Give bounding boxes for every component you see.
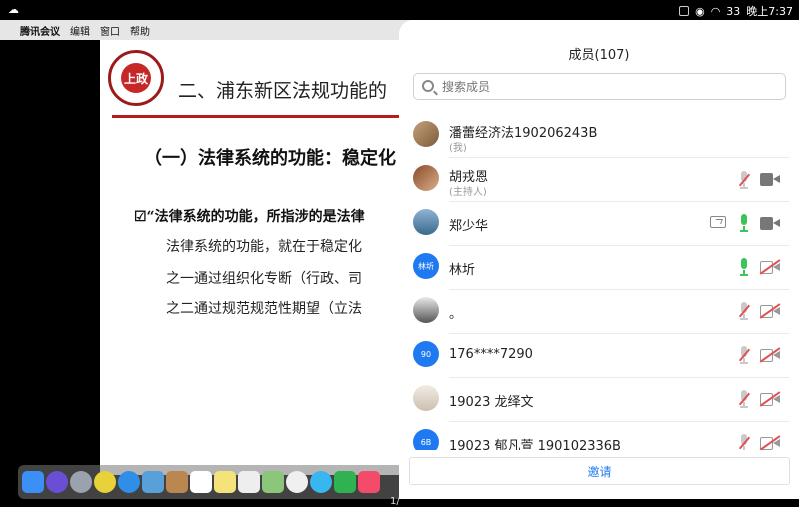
chrome-icon [94,471,116,493]
slide-subtitle: （一）法律系统的功能：稳定化 [144,148,396,169]
contacts-icon [166,471,188,493]
member-name: 176****7290 [449,347,533,362]
reminders-icon [238,471,260,493]
panel-title: 成员(107) [568,48,630,63]
camera-off-icon[interactable] [760,305,780,318]
member-row[interactable]: 。 [399,290,799,334]
notes-icon [214,471,236,493]
member-name: 潘蕾经济法190206243B [449,126,598,141]
cloud-icon: ☁ [8,3,19,16]
avatar: 90 [413,341,439,367]
logo-emblem: 上政 [121,63,151,93]
messages-icon [310,471,332,493]
member-row[interactable]: 郑少华 [399,202,799,246]
slide-title: 二、浦东新区法规功能的 [178,80,388,102]
maps-icon [262,471,284,493]
member-name: 林圻 [449,263,476,278]
slide-line: 法律系统的功能，就在于稳定化 [166,239,362,255]
slide-bullet: ☑“法律系统的功能，所指涉的是法律 [134,209,365,225]
search-icon [422,80,434,92]
member-name: 。 [449,307,463,322]
member-row[interactable]: 潘蕾经济法190206243B (我) [399,114,799,158]
presentation-slide: 上政 二、浦东新区法规功能的 （一）法律系统的功能：稳定化 ☑“法律系统的功能，… [100,40,430,475]
menu-item-help: 帮助 [130,26,150,38]
member-name: 19023 龙绎文 [449,395,534,410]
status-bar: ☁ ◉ ◠ 33 晚上7:37 [0,0,799,20]
mic-muted-icon[interactable] [738,390,750,408]
menu-item-edit: 编辑 [70,26,90,38]
avatar [413,385,439,411]
invite-button[interactable]: 邀请 [409,457,790,485]
camera-off-icon[interactable] [760,437,780,450]
search-input[interactable] [440,77,770,97]
member-name: 19023 郁凡萱 190102336B [449,439,621,450]
camera-icon[interactable] [760,217,780,230]
menu-app-name: 腾讯会议 [20,26,60,38]
mail-icon [142,471,164,493]
member-row[interactable]: 林圻 林圻 [399,246,799,290]
member-name: 郑少华 [449,219,489,234]
safari-icon [118,471,140,493]
mic-muted-icon[interactable] [738,171,750,189]
mic-muted-icon[interactable] [738,434,750,450]
photos-icon [286,471,308,493]
member-row[interactable]: 6B 19023 郁凡萱 190102336B [399,422,799,450]
camera-icon[interactable] [760,173,780,186]
avatar [413,121,439,147]
mic-muted-icon[interactable] [738,302,750,320]
avatar [413,209,439,235]
member-row[interactable]: 90 176****7290 [399,334,799,378]
mic-on-icon[interactable] [738,214,750,232]
member-role: (我) [449,143,467,154]
slide-line: 之二通过规范规范性期望（立法 [166,301,362,317]
calendar-icon [190,471,212,493]
title-divider [112,115,430,118]
menu-item-window: 窗口 [100,26,120,38]
avatar [413,297,439,323]
camera-off-icon[interactable] [760,393,780,406]
finder-icon [22,471,44,493]
shared-screen: 腾讯会议 编辑 窗口 帮助 上政 二、浦东新区法规功能的 （一）法律系统的功能：… [0,20,430,507]
member-panel: 成员(107) 潘蕾经济法190206243B (我) 胡戎恩 (主持人) 郑少… [399,20,799,499]
clock: 晚上7:37 [746,5,793,18]
launchpad-icon [70,471,92,493]
university-logo: 上政 [108,50,164,106]
member-row[interactable]: 19023 龙绎文 [399,378,799,422]
wifi-icon: ◠ [710,4,721,18]
member-role: (主持人) [449,187,487,198]
camera-off-icon[interactable] [760,349,780,362]
battery-level: 33 [726,4,741,18]
avatar: 6B [413,429,439,450]
avatar: 林圻 [413,253,439,279]
mic-muted-icon[interactable] [738,346,750,364]
mac-menu-bar: 腾讯会议 编辑 窗口 帮助 [0,20,430,40]
music-icon [358,471,380,493]
mic-on-icon[interactable] [738,258,750,276]
facetime-icon [334,471,356,493]
eye-icon: ◉ [695,4,705,18]
notification-icon [679,6,690,16]
slide-line: 之一通过组织化专断（行政、司 [166,271,362,287]
avatar [413,165,439,191]
siri-icon [46,471,68,493]
camera-off-icon[interactable] [760,261,780,274]
mac-dock [18,465,430,499]
member-row[interactable]: 胡戎恩 (主持人) [399,158,799,202]
screen-share-icon[interactable] [710,216,726,228]
search-box[interactable] [413,73,786,100]
